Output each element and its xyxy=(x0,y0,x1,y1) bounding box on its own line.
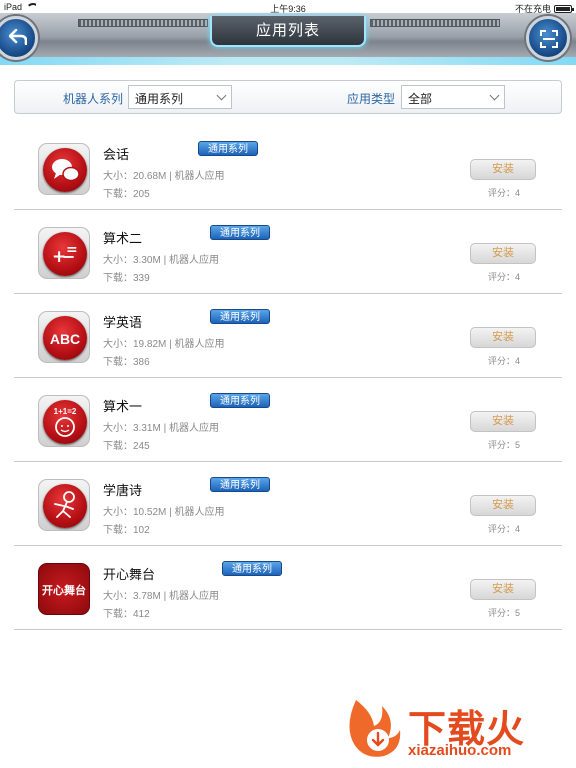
happy-stage-icon[interactable]: 开心舞台 xyxy=(38,563,90,615)
app-size: 大小：20.68M | 机器人应用 xyxy=(103,171,225,182)
series-tag: 通用系列 xyxy=(198,141,258,156)
app-name: 开心舞台 xyxy=(103,567,156,582)
series-filter-label: 机器人系列 xyxy=(63,92,124,106)
app-rating: 评分：4 xyxy=(488,524,521,534)
flame-logo-icon xyxy=(349,700,401,757)
app-name: 会话 xyxy=(103,147,130,162)
type-select[interactable]: 全部 xyxy=(401,85,505,109)
svg-text:=: = xyxy=(66,242,78,258)
app-name: 学英语 xyxy=(103,315,143,330)
app-rating: 评分：5 xyxy=(488,608,521,618)
app-row-tang-poems[interactable]: 学唐诗 通用系列 大小：10.52M | 机器人应用 下载：102 安装 评分：… xyxy=(14,462,562,546)
app-size: 大小：3.30M | 机器人应用 xyxy=(103,255,219,266)
back-arrow-icon xyxy=(9,29,27,45)
chat-bubbles-icon[interactable] xyxy=(38,143,90,195)
watermark-url: xiazaihuo.com xyxy=(408,742,512,759)
svg-text:ABC: ABC xyxy=(50,331,80,347)
app-row-happy-stage[interactable]: 开心舞台 开心舞台 通用系列 大小：3.78M | 机器人应用 下载：412 安… xyxy=(14,546,562,630)
app-name: 学唐诗 xyxy=(103,483,143,498)
math-symbols-icon[interactable]: + − = xyxy=(38,227,90,279)
chevron-down-icon xyxy=(216,90,227,101)
icon-text: 1+1=2 xyxy=(54,407,77,416)
series-tag: 通用系列 xyxy=(222,561,282,576)
title-plate: 应用列表 xyxy=(210,16,366,47)
app-row-arithmetic-1[interactable]: 1+1=2 算术一 通用系列 大小：3.31M | 机器人应用 下载：245 安… xyxy=(14,378,562,462)
type-filter-label: 应用类型 xyxy=(347,92,396,106)
page-title: 应用列表 xyxy=(255,22,320,39)
app-row-english[interactable]: ABC 学英语 通用系列 大小：19.82M | 机器人应用 下载：386 安装… xyxy=(14,294,562,378)
status-bar: iPad 上午9:36 不在充电 xyxy=(0,0,576,14)
series-tag: 通用系列 xyxy=(210,225,270,240)
install-button[interactable]: 安装 xyxy=(470,579,536,600)
scan-icon xyxy=(540,30,558,48)
app-row-arithmetic-2[interactable]: + − = 算术二 通用系列 大小：3.30M | 机器人应用 下载：339 安装 … xyxy=(14,210,562,294)
app-size: 大小：3.31M | 机器人应用 xyxy=(103,423,219,434)
install-button[interactable]: 安装 xyxy=(470,495,536,516)
app-downloads: 下载：245 xyxy=(103,441,150,452)
scan-button[interactable] xyxy=(526,16,570,60)
icon-text: 开心舞台 xyxy=(42,585,86,597)
header-vent-left xyxy=(78,19,208,27)
series-select[interactable]: 通用系列 xyxy=(128,85,232,109)
app-list: 会话 通用系列 大小：20.68M | 机器人应用 下载：205 安装 评分：4… xyxy=(14,126,562,630)
app-size: 大小：19.82M | 机器人应用 xyxy=(103,339,225,350)
install-button[interactable]: 安装 xyxy=(470,243,536,264)
series-tag: 通用系列 xyxy=(210,477,270,492)
install-button[interactable]: 安装 xyxy=(470,159,536,180)
app-downloads: 下载：412 xyxy=(103,609,150,620)
install-button[interactable]: 安装 xyxy=(470,411,536,432)
series-tag: 通用系列 xyxy=(210,393,270,408)
battery-icon xyxy=(554,4,574,13)
series-tag: 通用系列 xyxy=(210,309,270,324)
app-rating: 评分：4 xyxy=(488,356,521,366)
app-rating: 评分：5 xyxy=(488,440,521,450)
app-rating: 评分：4 xyxy=(488,272,521,282)
app-downloads: 下载：339 xyxy=(103,273,150,284)
filter-bar: 机器人系列 通用系列 应用类型 全部 xyxy=(14,80,562,114)
app-row-chat[interactable]: 会话 通用系列 大小：20.68M | 机器人应用 下载：205 安装 评分：4 xyxy=(14,126,562,210)
reading-child-icon[interactable] xyxy=(38,479,90,531)
app-downloads: 下载：205 xyxy=(103,189,150,200)
install-button[interactable]: 安装 xyxy=(470,327,536,348)
back-button[interactable] xyxy=(0,16,38,60)
abc-icon[interactable]: ABC xyxy=(38,311,90,363)
chevron-down-icon xyxy=(489,90,500,101)
app-rating: 评分：4 xyxy=(488,188,521,198)
header-glow xyxy=(0,57,576,65)
watermark: 下载火 xiazaihuo.com xyxy=(340,690,576,768)
app-downloads: 下载：386 xyxy=(103,357,150,368)
app-downloads: 下载：102 xyxy=(103,525,150,536)
type-select-value: 全部 xyxy=(408,92,433,106)
app-size: 大小：10.52M | 机器人应用 xyxy=(103,507,225,518)
app-header: 应用列表 xyxy=(0,13,576,65)
child-addition-icon[interactable]: 1+1=2 xyxy=(38,395,90,447)
app-name: 算术二 xyxy=(103,231,143,246)
app-size: 大小：3.78M | 机器人应用 xyxy=(103,591,219,602)
header-vent-right xyxy=(370,19,500,27)
series-select-value: 通用系列 xyxy=(135,92,184,106)
app-name: 算术一 xyxy=(103,399,143,414)
